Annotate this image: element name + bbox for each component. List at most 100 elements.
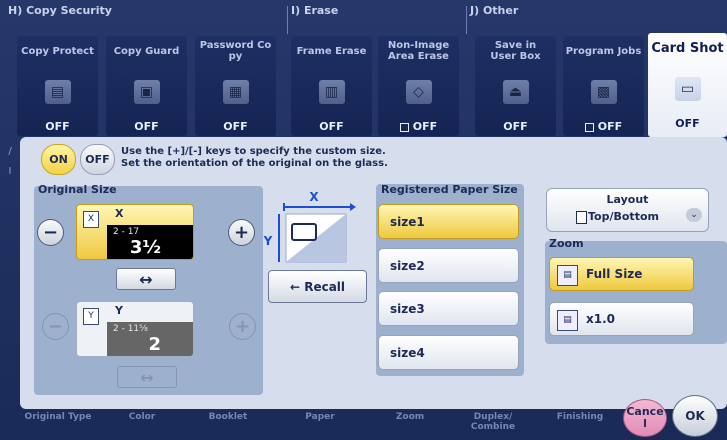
- edge-marker: /: [8, 146, 12, 157]
- group-other-label: J) Other: [470, 4, 519, 17]
- x-minus-button[interactable]: −: [37, 219, 64, 246]
- x-value-text: 3½: [129, 237, 161, 258]
- tab-copy-guard-value: OFF: [134, 120, 159, 133]
- tab-save-user-box[interactable]: Save in User Box ⏏ OFF: [475, 36, 556, 136]
- zoom-x1-button[interactable]: ▤ x1.0: [549, 302, 694, 336]
- x-plus-button[interactable]: +: [228, 219, 255, 246]
- tab-program-jobs-label: Program Jobs: [565, 45, 642, 57]
- layout-label: Layout: [606, 193, 649, 206]
- tab-copy-guard[interactable]: Copy Guard ▣ OFF: [106, 36, 187, 136]
- zoom-title: Zoom: [549, 237, 584, 250]
- tab-card-shot-label: Card Shot: [651, 40, 724, 56]
- card-original-shape: [291, 223, 317, 241]
- registered-paper-size-title: Registered Paper Size: [381, 183, 518, 196]
- frame-erase-icon: ▥: [318, 80, 345, 104]
- card-shot-screen: H) Copy Security I) Erase J) Other Copy …: [0, 0, 727, 440]
- size1-button[interactable]: size1: [378, 204, 519, 239]
- function-bar: H) Copy Security I) Erase J) Other Copy …: [0, 0, 727, 138]
- tab-frame-erase-value: OFF: [319, 120, 344, 133]
- tab-non-image-erase-value: OFF: [378, 120, 459, 133]
- edge-marker: I: [8, 166, 12, 177]
- orientation-diagram: X Y: [263, 190, 356, 263]
- y-minus-button[interactable]: −: [42, 313, 69, 340]
- save-user-box-icon: ⏏: [502, 80, 529, 104]
- x-range-text: 2 - 17: [113, 227, 140, 237]
- layout-page-icon: [576, 211, 587, 224]
- layout-dropdown[interactable]: Layout Top/Bottom ⌄: [546, 188, 709, 232]
- bottom-tab-color[interactable]: Color: [112, 412, 172, 422]
- tab-frame-erase[interactable]: Frame Erase ▥ OFF: [291, 36, 372, 136]
- copy-guard-icon: ▣: [133, 80, 160, 104]
- y-value-text: 2: [148, 334, 161, 355]
- on-toggle-button[interactable]: ON: [41, 144, 76, 175]
- y-range-text: 2 - 11⅝: [113, 324, 148, 334]
- tab-non-image-erase[interactable]: Non-Image Area Erase ◇ OFF: [378, 36, 459, 136]
- zoom-ratio-icon: ▤: [557, 310, 578, 331]
- chevron-down-icon: ⌄: [686, 208, 702, 222]
- x-axis-icon: X: [83, 211, 99, 228]
- bottom-tab-paper[interactable]: Paper: [290, 412, 350, 422]
- full-size-icon: ▤: [557, 265, 578, 286]
- tab-card-shot-value: OFF: [675, 117, 700, 130]
- bottom-tab-original-type[interactable]: Original Type: [18, 412, 98, 422]
- y-plus-button[interactable]: +: [229, 313, 256, 340]
- tab-copy-guard-label: Copy Guard: [113, 45, 180, 57]
- layout-value: Top/Bottom: [588, 210, 659, 223]
- group-copy-security-label: H) Copy Security: [8, 4, 112, 17]
- recall-button[interactable]: ← Recall: [268, 270, 367, 303]
- zoom-full-size-label: Full Size: [586, 267, 643, 281]
- checkbox-icon: [584, 122, 594, 132]
- instruction-line-1: Use the [+]/[-] keys to specify the cust…: [121, 146, 386, 157]
- bottom-tab-zoom[interactable]: Zoom: [380, 412, 440, 422]
- group-divider: [466, 6, 467, 34]
- swap-xy-button-disabled[interactable]: ↔: [117, 366, 177, 388]
- original-size-title: Original Size: [38, 183, 117, 196]
- tab-password-copy-value: OFF: [223, 120, 248, 133]
- tab-copy-protect-value: OFF: [45, 120, 70, 133]
- program-jobs-icon: ▩: [590, 80, 617, 104]
- diagram-x-label: X: [309, 190, 319, 204]
- y-axis-label: Y: [115, 304, 123, 317]
- x-value-field[interactable]: X X 2 - 17 3½: [76, 204, 194, 260]
- copy-protect-icon: ▤: [44, 80, 71, 104]
- tab-save-user-box-label: Save in User Box: [490, 40, 541, 62]
- y-value-field[interactable]: Y Y 2 - 11⅝ 2: [76, 301, 194, 357]
- x-arrow-head: [350, 203, 356, 211]
- tab-card-shot[interactable]: Card Shot ▭ OFF: [648, 33, 727, 137]
- x-value-display: 2 - 17 3½: [107, 225, 193, 259]
- off-toggle-button[interactable]: OFF: [80, 144, 115, 175]
- tab-program-jobs-value: OFF: [563, 120, 644, 133]
- tab-save-user-box-value: OFF: [503, 120, 528, 133]
- swap-xy-button[interactable]: ↔: [116, 268, 176, 290]
- size2-button[interactable]: size2: [378, 248, 519, 283]
- bottom-tab-finishing[interactable]: Finishing: [545, 412, 615, 422]
- tab-copy-protect-label: Copy Protect: [21, 45, 94, 57]
- group-erase-label: I) Erase: [291, 4, 339, 17]
- password-copy-icon: ▦: [222, 80, 249, 104]
- size4-button[interactable]: size4: [378, 335, 519, 370]
- size3-button[interactable]: size3: [378, 291, 519, 326]
- bottom-tab-booklet[interactable]: Booklet: [198, 412, 258, 422]
- x-axis-label: X: [115, 207, 124, 220]
- tab-non-image-erase-value-text: OFF: [412, 120, 438, 133]
- diagram-y-label: Y: [263, 234, 273, 248]
- non-image-erase-icon: ◇: [405, 80, 432, 104]
- tab-password-copy-label: Password Co py: [199, 40, 272, 62]
- checkbox-icon: [399, 122, 409, 132]
- ok-button[interactable]: OK: [672, 395, 718, 437]
- tab-password-copy[interactable]: Password Co py ▦ OFF: [195, 36, 276, 136]
- card-shot-icon: ▭: [674, 77, 701, 101]
- tab-program-jobs[interactable]: Program Jobs ▩ OFF: [563, 36, 644, 136]
- bottom-function-strip: Original Type Color Booklet Paper Zoom D…: [0, 408, 727, 440]
- tab-non-image-erase-label: Non-Image Area Erase: [387, 40, 450, 62]
- instruction-text: Use the [+]/[-] keys to specify the cust…: [121, 146, 388, 170]
- y-axis-icon: Y: [83, 308, 99, 325]
- tab-copy-protect[interactable]: Copy Protect ▤ OFF: [17, 36, 98, 136]
- group-divider: [287, 6, 288, 34]
- zoom-full-size-button[interactable]: ▤ Full Size: [549, 257, 694, 291]
- zoom-x1-label: x1.0: [586, 312, 615, 326]
- tab-frame-erase-label: Frame Erase: [296, 45, 367, 57]
- cancel-button[interactable]: Cance l: [623, 399, 667, 437]
- y-value-display: 2 - 11⅝ 2: [107, 322, 193, 356]
- bottom-tab-duplex-combine[interactable]: Duplex/ Combine: [458, 412, 528, 432]
